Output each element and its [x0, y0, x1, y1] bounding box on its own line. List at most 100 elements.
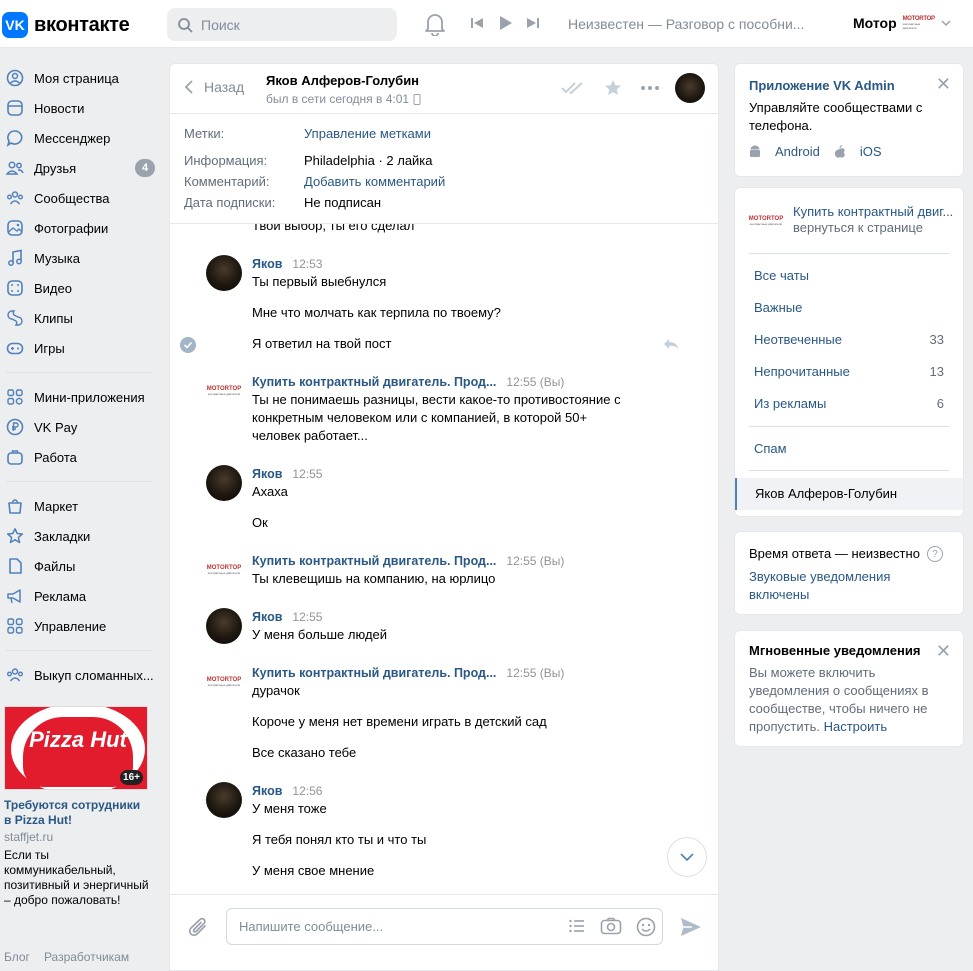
manage-tags-link[interactable]: Управление метками — [304, 123, 431, 144]
close-icon[interactable]: ✕ — [936, 641, 951, 662]
nav-video[interactable]: Видео — [0, 273, 160, 303]
footer-blog-link[interactable]: Блог — [4, 950, 30, 964]
nav-news[interactable]: Новости — [0, 93, 160, 123]
nav-friends[interactable]: Друзья 4 — [0, 153, 160, 183]
now-playing-track[interactable]: Неизвестен — Разговор с пособни... — [568, 16, 836, 32]
community-avatar[interactable]: MOTORTOP контрактные двигатели — [206, 552, 242, 588]
peer-avatar[interactable] — [206, 608, 242, 644]
ios-link[interactable]: iOS — [860, 144, 882, 159]
community-return[interactable]: MOTORTOP контрактные двигатели Купить ко… — [749, 204, 953, 238]
message-time[interactable]: 12:55 (Вы) — [506, 554, 564, 568]
nav-my-page[interactable]: Моя страница — [0, 63, 160, 93]
sidebar-ad[interactable]: Pizza Hut 16+ Требуются сотрудники в Piz… — [4, 706, 150, 908]
nav-ads[interactable]: Реклама — [0, 581, 160, 611]
meta-key: Комментарий: — [184, 174, 270, 189]
community-avatar[interactable]: MOTORTOP контрактные двигатели — [206, 373, 242, 409]
nav-manage[interactable]: Управление — [0, 611, 160, 641]
star-icon[interactable] — [604, 79, 622, 97]
message-author[interactable]: Купить контрактный двигатель. Прод... — [252, 375, 496, 389]
reply-icon[interactable] — [663, 338, 679, 350]
filter-from-ads[interactable]: Из рекламы 6 — [754, 396, 944, 411]
community-avatar[interactable]: MOTORTOP контрактные двигатели — [206, 664, 242, 700]
message-author[interactable]: Яков — [252, 257, 282, 271]
add-comment-link[interactable]: Добавить комментарий — [304, 171, 445, 192]
android-link[interactable]: Android — [775, 144, 820, 159]
nav-mini-apps[interactable]: Мини-приложения — [0, 382, 160, 412]
nav-messenger[interactable]: Мессенджер — [0, 123, 160, 153]
message-time[interactable]: 12:55 — [292, 610, 322, 624]
message-input[interactable]: Напишите сообщение... — [226, 908, 663, 945]
paperclip-icon[interactable] — [188, 917, 210, 941]
footer-devs-link[interactable]: Разработчикам — [44, 950, 129, 964]
nav-files[interactable]: Файлы — [0, 551, 160, 581]
bell-icon[interactable] — [424, 12, 446, 36]
next-track-icon[interactable] — [526, 16, 540, 30]
nav-communities[interactable]: Сообщества — [0, 183, 160, 213]
user-menu[interactable]: Мотор MOTORTOP контрактные двигатели — [853, 13, 951, 33]
ad-image[interactable]: Pizza Hut 16+ — [4, 706, 148, 790]
message-time[interactable]: 12:53 — [292, 257, 322, 271]
previous-track-icon[interactable] — [470, 16, 484, 30]
message-author[interactable]: Купить контрактный двигатель. Прод... — [252, 554, 496, 568]
search-input[interactable]: Поиск — [167, 8, 397, 41]
nav-vk-pay[interactable]: VK Pay — [0, 412, 160, 442]
selected-check-icon[interactable] — [180, 337, 196, 353]
nav-photos[interactable]: Фотографии — [0, 213, 160, 243]
nav-clips[interactable]: Клипы — [0, 303, 160, 333]
filter-important[interactable]: Важные — [754, 300, 944, 315]
peer-avatar[interactable] — [206, 255, 242, 291]
nav-label: Реклама — [34, 588, 87, 604]
vk-admin-promo: Приложение VK Admin ✕ Управляйте сообщес… — [734, 63, 964, 177]
message-time[interactable]: 12:55 (Вы) — [506, 666, 564, 680]
nav-community-link[interactable]: Выкуп сломанных... — [0, 660, 160, 690]
camera-icon[interactable] — [600, 917, 622, 935]
help-icon[interactable]: ? — [927, 546, 943, 562]
peer-name[interactable]: Яков Алферов-Голубин — [266, 73, 419, 88]
message-author[interactable]: Купить контрактный двигатель. Прод... — [252, 666, 496, 680]
send-icon[interactable] — [680, 917, 702, 937]
emoji-icon[interactable] — [636, 917, 656, 937]
message-time[interactable]: 12:55 (Вы) — [506, 375, 564, 389]
message-history[interactable]: Твой выбор, ты его сделал Яков 12:53 Ты … — [170, 224, 718, 894]
return-to-page-link[interactable]: вернуться к странице — [793, 220, 953, 235]
more-icon[interactable] — [640, 85, 660, 91]
nav-music[interactable]: Музыка — [0, 243, 160, 273]
peer-avatar[interactable] — [206, 782, 242, 818]
read-check-icon[interactable] — [560, 81, 586, 95]
nav-divider — [6, 481, 152, 482]
play-icon[interactable] — [497, 15, 513, 31]
configure-link[interactable]: Настроить — [824, 719, 888, 734]
message-text: Ты первый выебнулся — [252, 274, 387, 289]
community-name[interactable]: Купить контрактный двиг... — [793, 204, 953, 219]
sound-notifications-toggle[interactable]: Звуковые уведомления включены — [749, 568, 939, 604]
nav-bookmarks[interactable]: Закладки — [0, 521, 160, 551]
vk-logo[interactable]: VK вконтакте — [2, 12, 130, 38]
message-author[interactable]: Яков — [252, 610, 282, 624]
message-text: Короче у меня нет времени играть в детск… — [252, 714, 547, 729]
filter-all-chats[interactable]: Все чаты — [754, 268, 944, 283]
filter-spam[interactable]: Спам — [754, 441, 944, 456]
promo-title[interactable]: Приложение VK Admin — [749, 78, 895, 93]
ad-title[interactable]: Требуются сотрудники в Pizza Hut! — [4, 798, 150, 828]
nav-work[interactable]: Работа — [0, 442, 160, 472]
filter-unread[interactable]: Непрочитанные 13 — [754, 364, 944, 379]
template-list-icon[interactable] — [568, 917, 586, 935]
nav-market[interactable]: Маркет — [0, 491, 160, 521]
chat-panel: Назад Яков Алферов-Голубин был в сети се… — [169, 63, 719, 971]
nav-games[interactable]: Игры — [0, 333, 160, 363]
filter-unanswered[interactable]: Неотвеченные 33 — [754, 332, 944, 347]
back-button[interactable]: Назад — [184, 79, 244, 95]
message-author[interactable]: Яков — [252, 784, 282, 798]
star-icon — [6, 528, 24, 544]
close-icon[interactable]: ✕ — [936, 74, 951, 95]
message-time[interactable]: 12:56 — [292, 784, 322, 798]
active-chat-item[interactable]: Яков Алферов-Голубин — [735, 478, 963, 510]
peer-avatar[interactable] — [206, 465, 242, 501]
scroll-down-button[interactable] — [667, 837, 707, 877]
ad-domain[interactable]: staffjet.ru — [4, 830, 150, 844]
user-name: Мотор — [853, 15, 897, 31]
message-time[interactable]: 12:55 — [292, 467, 322, 481]
peer-avatar[interactable] — [675, 73, 705, 103]
message-author[interactable]: Яков — [252, 467, 282, 481]
nav-label: Фотографии — [34, 220, 109, 236]
